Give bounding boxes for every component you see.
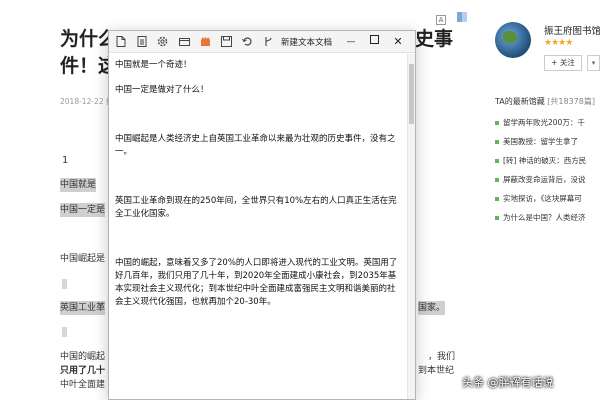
article-line: 中国的崛起 — [60, 352, 106, 362]
editor-scrollbar[interactable] — [407, 54, 415, 399]
branch-icon[interactable] — [263, 36, 274, 47]
list-item[interactable]: 为什么是中国？人类经济 — [495, 212, 586, 223]
window-title: 新建文本文档 — [281, 38, 333, 48]
editor-line: 中国崛起是人类经济史上自英国工业革命以来最为壮观的历史事件，没有之一。 — [115, 134, 396, 157]
article-date: 2018-12-22 — [60, 97, 104, 106]
undo-icon[interactable] — [242, 36, 253, 47]
latest-title: TA的最新馆藏 — [495, 97, 545, 106]
article-blank-marker — [62, 279, 67, 289]
list-item[interactable]: 实地探访，《这块屏幕可 — [495, 193, 582, 204]
latest-count: [共18378篇] — [547, 97, 595, 106]
list-item[interactable]: 留学两年败光200万：千 — [495, 117, 585, 128]
editor-line: 中国的崛起，意味着又多了20%的人口即将进入现代的工业文明。英国用了好几百年，我… — [115, 258, 398, 307]
author-name[interactable]: 振王府图书馆 — [544, 23, 600, 37]
latest-collection-header: TA的最新馆藏 [共18378篇] — [495, 96, 595, 107]
window-titlebar[interactable]: 新建文本文档 — ✕ — [109, 31, 415, 53]
author-sidebar: 振王府图书馆 ★★★★ + 关注 ▾ TA的最新馆藏 [共18378篇] 留学两… — [490, 0, 600, 400]
rating-stars: ★★★★ — [544, 38, 573, 48]
editor-line: 中国就是一个奇迹！ — [115, 60, 192, 70]
document-icon[interactable] — [136, 36, 147, 47]
maximize-icon[interactable] — [367, 35, 381, 49]
scrollbar-thumb[interactable] — [409, 64, 414, 124]
article-line: 只用了几十 — [60, 366, 106, 376]
list-item[interactable]: [转] 神话的破灭：西方民 — [495, 155, 586, 166]
minimize-icon[interactable]: — — [344, 35, 358, 49]
article-section-number: 1 — [62, 155, 69, 166]
article-line: 中国一定是 — [60, 203, 106, 217]
grid-view-icon[interactable] — [457, 12, 468, 22]
text-editor[interactable]: 中国就是一个奇迹！ 中国一定是做对了什么！ 中国崛起是人类经济史上自英国工业革命… — [109, 54, 407, 399]
font-size-icon[interactable]: A — [436, 15, 446, 25]
article-line: 中国就是 — [60, 178, 97, 192]
close-icon[interactable]: ✕ — [391, 35, 405, 49]
editor-line: 中国一定是做对了什么！ — [115, 85, 209, 95]
editor-line: 英国工业革命到现在的250年间，全世界只有10%左右的人口真正生活在完全工业化国… — [115, 196, 397, 219]
notepad-window: 新建文本文档 — ✕ 中国就是一个奇迹！ 中国一定是做对了什么！ 中国崛起是人类… — [108, 30, 416, 400]
article-line: 中国崛起是 — [60, 254, 106, 264]
save-icon[interactable] — [221, 36, 232, 47]
follow-button[interactable]: + 关注 — [544, 55, 582, 71]
list-item[interactable]: 屏蔽改变命运背后，没说 — [495, 174, 586, 185]
app-icon[interactable] — [200, 36, 211, 47]
article-fragment: 到本世纪 — [418, 366, 455, 376]
page-top-icons: A — [436, 7, 468, 26]
article-line: 中叶全面建 — [60, 380, 106, 390]
article-meta: 2018-12-22 搜 — [60, 96, 113, 107]
tab-icon[interactable] — [179, 36, 190, 47]
list-item[interactable]: 美国教授：留学生拿了 — [495, 136, 578, 147]
article-fragment: ，我们 — [428, 352, 456, 362]
article-fragment: 国家。 — [418, 301, 446, 315]
article-blank-marker — [62, 327, 67, 337]
watermark-text: 头条 @胖辉有话说 — [462, 376, 554, 389]
article-line: 英国工业革 — [60, 301, 106, 315]
avatar[interactable] — [495, 22, 531, 58]
settings-icon[interactable] — [157, 36, 168, 47]
new-file-icon[interactable] — [115, 36, 126, 47]
chevron-down-icon[interactable]: ▾ — [587, 55, 600, 71]
